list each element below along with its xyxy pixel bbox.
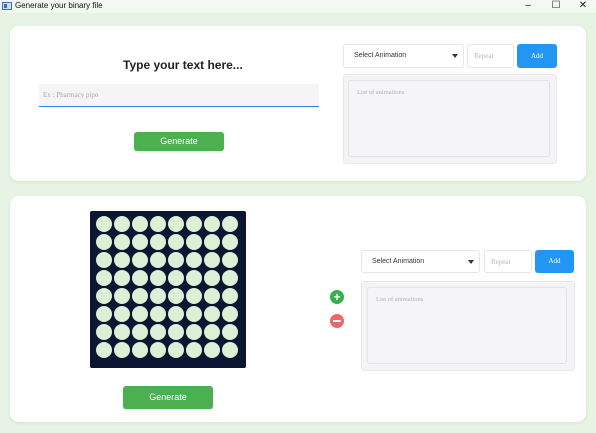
led-cell[interactable] xyxy=(222,306,238,322)
led-cell[interactable] xyxy=(204,288,220,304)
led-cell[interactable] xyxy=(186,252,202,268)
minimize-button[interactable]: – xyxy=(514,0,542,13)
led-cell[interactable] xyxy=(132,216,148,232)
app-icon xyxy=(2,2,12,10)
generate-matrix-button[interactable]: Generate xyxy=(123,386,213,409)
remove-frame-button[interactable] xyxy=(330,314,344,328)
close-button[interactable]: ✕ xyxy=(569,0,596,13)
led-cell[interactable] xyxy=(96,216,112,232)
led-cell[interactable] xyxy=(114,234,130,250)
led-cell[interactable] xyxy=(186,342,202,358)
generate-text-button[interactable]: Generate xyxy=(134,132,224,151)
animation-select[interactable]: Select Animation xyxy=(343,44,464,68)
led-cell[interactable] xyxy=(96,234,112,250)
led-cell[interactable] xyxy=(168,234,184,250)
matrix-animation-select[interactable]: Select Animation xyxy=(361,250,480,273)
led-cell[interactable] xyxy=(168,252,184,268)
led-cell[interactable] xyxy=(96,288,112,304)
led-cell[interactable] xyxy=(204,234,220,250)
led-cell[interactable] xyxy=(96,306,112,322)
led-cell[interactable] xyxy=(132,234,148,250)
led-cell[interactable] xyxy=(132,252,148,268)
text-input[interactable] xyxy=(39,84,319,107)
led-cell[interactable] xyxy=(168,324,184,340)
led-cell[interactable] xyxy=(132,270,148,286)
led-cell[interactable] xyxy=(96,252,112,268)
led-cell[interactable] xyxy=(96,342,112,358)
matrix-repeat-input[interactable] xyxy=(484,250,532,273)
led-cell[interactable] xyxy=(114,324,130,340)
led-cell[interactable] xyxy=(204,306,220,322)
led-cell[interactable] xyxy=(114,270,130,286)
led-cell[interactable] xyxy=(150,288,166,304)
led-cell[interactable] xyxy=(222,252,238,268)
led-cell[interactable] xyxy=(204,324,220,340)
led-cell[interactable] xyxy=(168,288,184,304)
led-cell[interactable] xyxy=(132,288,148,304)
chevron-down-icon xyxy=(452,54,458,58)
led-cell[interactable] xyxy=(222,234,238,250)
window-title: Generate your binary file xyxy=(15,1,103,10)
led-cell[interactable] xyxy=(168,342,184,358)
led-cell[interactable] xyxy=(222,270,238,286)
repeat-input[interactable] xyxy=(467,44,514,68)
title-bar: Generate your binary file – ☐ ✕ xyxy=(0,0,596,13)
led-cell[interactable] xyxy=(222,288,238,304)
led-cell[interactable] xyxy=(114,252,130,268)
led-cell[interactable] xyxy=(114,342,130,358)
led-cell[interactable] xyxy=(150,252,166,268)
led-cell[interactable] xyxy=(168,270,184,286)
led-cell[interactable] xyxy=(150,234,166,250)
led-cell[interactable] xyxy=(132,342,148,358)
led-cell[interactable] xyxy=(168,216,184,232)
led-cell[interactable] xyxy=(186,270,202,286)
led-cell[interactable] xyxy=(222,342,238,358)
led-cell[interactable] xyxy=(186,216,202,232)
add-frame-button[interactable]: + xyxy=(330,290,344,304)
led-cell[interactable] xyxy=(222,216,238,232)
led-cell[interactable] xyxy=(186,306,202,322)
led-cell[interactable] xyxy=(186,234,202,250)
led-cell[interactable] xyxy=(150,324,166,340)
led-cell[interactable] xyxy=(96,324,112,340)
led-cell[interactable] xyxy=(204,270,220,286)
led-cell[interactable] xyxy=(132,306,148,322)
add-animation-button[interactable]: Add xyxy=(517,44,557,68)
led-cell[interactable] xyxy=(114,288,130,304)
led-cell[interactable] xyxy=(204,252,220,268)
led-cell[interactable] xyxy=(150,342,166,358)
led-cell[interactable] xyxy=(150,216,166,232)
matrix-add-animation-button[interactable]: Add xyxy=(535,250,574,273)
chevron-down-icon xyxy=(468,259,474,264)
led-cell[interactable] xyxy=(114,216,130,232)
maximize-button[interactable]: ☐ xyxy=(542,0,570,13)
led-cell[interactable] xyxy=(204,342,220,358)
animation-select-label: Select Animation xyxy=(354,52,407,59)
text-heading: Type your text here... xyxy=(123,58,243,72)
led-cell[interactable] xyxy=(186,324,202,340)
led-cell[interactable] xyxy=(96,270,112,286)
led-cell[interactable] xyxy=(204,216,220,232)
matrix-animation-select-label: Select Animation xyxy=(372,258,425,265)
led-matrix[interactable] xyxy=(90,211,246,368)
led-cell[interactable] xyxy=(150,270,166,286)
led-cell[interactable] xyxy=(186,288,202,304)
matrix-animation-list[interactable] xyxy=(367,287,567,364)
led-cell[interactable] xyxy=(114,306,130,322)
led-cell[interactable] xyxy=(150,306,166,322)
led-cell[interactable] xyxy=(132,324,148,340)
animation-list[interactable] xyxy=(348,80,550,157)
led-cell[interactable] xyxy=(222,324,238,340)
led-cell[interactable] xyxy=(168,306,184,322)
